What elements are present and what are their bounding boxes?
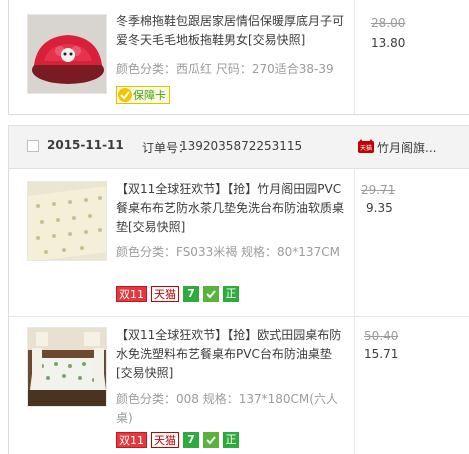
genuine-badge[interactable]: 正	[223, 286, 239, 302]
product-sku: 颜色分类：008 规格：137*180CM(六人桌)	[116, 392, 338, 425]
guarantee-card-badge[interactable]: 保障卡	[116, 86, 170, 104]
order-select-checkbox[interactable]	[27, 140, 39, 152]
seven-day-return-icon[interactable]: 7	[183, 432, 199, 448]
service-badges: 双11 天猫 7 正	[116, 432, 239, 450]
tablecloth-image	[28, 182, 106, 260]
double11-badge[interactable]: 双11	[116, 286, 147, 302]
dining-table-image	[28, 328, 106, 406]
paid-price: 13.80	[371, 36, 406, 50]
guarantee-label: 保障卡	[133, 89, 166, 102]
tmall-badge[interactable]: 天猫	[151, 432, 179, 448]
product-sku: 颜色分类：西瓜红 尺码：270适合38-39	[116, 62, 334, 76]
tmall-badge[interactable]: 天猫	[151, 286, 179, 302]
guarantee-icon[interactable]	[203, 286, 219, 302]
red-slipper-image	[28, 15, 106, 93]
product-thumbnail[interactable]	[27, 327, 107, 407]
svg-text:天猫: 天猫	[360, 144, 372, 152]
order-body: 【双11全球狂欢节】【抢】竹月阁田园PVC餐桌布布艺防水茶几垫免洗台布防油软质桌…	[8, 169, 469, 454]
service-badges: 双11 天猫 7 正	[116, 286, 239, 304]
paid-price: 15.71	[364, 347, 399, 361]
divider	[354, 0, 355, 114]
double11-badge[interactable]: 双11	[116, 432, 147, 448]
guarantee-icon	[118, 88, 132, 102]
guarantee-icon[interactable]	[203, 432, 219, 448]
divider	[354, 169, 355, 454]
seven-day-return-icon[interactable]: 7	[183, 286, 199, 302]
product-sku: 颜色分类：FS033米褐 规格：80*137CM	[116, 245, 340, 259]
genuine-badge[interactable]: 正	[223, 432, 239, 448]
paid-price: 9.35	[366, 201, 393, 215]
order-number: 1392035872253115	[180, 139, 303, 153]
order-item-card: 冬季棉拖鞋包跟居家居情侣保暖厚底月子可爱冬天毛毛地板拖鞋男女[交易快照] 颜色分…	[8, 0, 469, 115]
original-price: 50.40	[364, 329, 399, 343]
product-thumbnail[interactable]	[27, 181, 107, 261]
shop-name-link[interactable]: 竹月阁旗...	[377, 139, 436, 156]
original-price: 29.71	[361, 183, 396, 197]
product-title-link[interactable]: 【双11全球狂欢节】【抢】竹月阁田园PVC餐桌布布艺防水茶几垫免洗台布防油软质桌…	[116, 180, 346, 237]
original-price: 28.00	[371, 16, 406, 30]
item-divider	[9, 316, 469, 317]
order-header: 2015-11-11 订单号： 1392035872253115 天猫 竹月阁旗…	[8, 125, 469, 169]
order-date: 2015-11-11	[47, 138, 124, 152]
tmall-cat-icon: 天猫	[358, 139, 374, 153]
product-thumbnail[interactable]	[27, 14, 107, 94]
product-title-link[interactable]: 【双11全球狂欢节】【抢】欧式田园桌布防水免洗塑料布艺餐桌布PVC台布防油桌垫[…	[116, 326, 346, 383]
product-title-link[interactable]: 冬季棉拖鞋包跟居家居情侣保暖厚底月子可爱冬天毛毛地板拖鞋男女[交易快照]	[116, 12, 346, 50]
